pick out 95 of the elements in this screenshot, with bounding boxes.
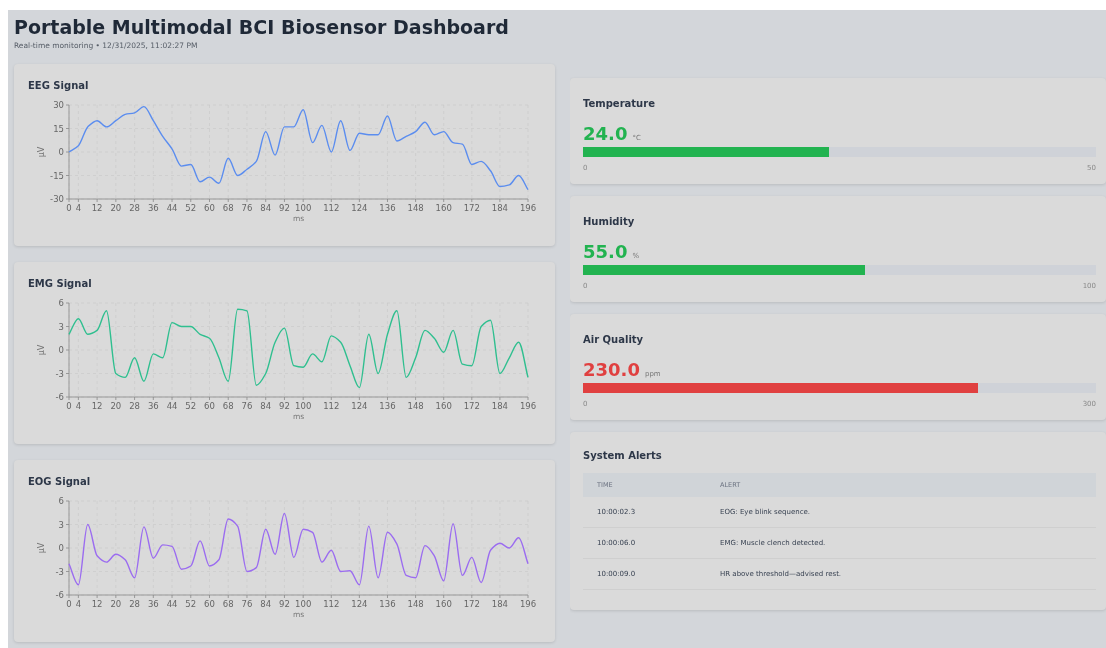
x-tick-label: 124 (351, 203, 368, 213)
y-tick-label: -3 (55, 368, 64, 379)
x-tick-label: 44 (166, 401, 178, 411)
x-tick-label: 172 (463, 401, 480, 411)
y-axis-label: μV (37, 146, 46, 158)
x-tick-label: 4 (75, 599, 82, 609)
card-title: EMG Signal (28, 278, 93, 289)
x-tick-label: 44 (166, 203, 178, 213)
x-tick-label: 0 (66, 401, 72, 411)
x-tick-label: 52 (185, 599, 197, 609)
card-title: EOG Signal (28, 476, 92, 487)
x-tick-label: 36 (147, 401, 159, 411)
x-tick-label: 112 (323, 401, 340, 411)
x-tick-label: 172 (463, 599, 480, 609)
dashboard-title: Portable Multimodal BCI Biosensor Dashboard (14, 16, 510, 38)
y-tick-label: 3 (58, 321, 64, 332)
card-title: EEG Signal (28, 80, 90, 91)
x-tick-label: 100 (295, 599, 312, 609)
x-tick-label: 100 (295, 203, 312, 213)
x-tick-label: 20 (110, 599, 122, 609)
x-tick-label: 196 (519, 401, 537, 411)
x-tick-label: 160 (435, 401, 452, 411)
y-tick-label: 15 (53, 123, 64, 134)
x-tick-label: 20 (110, 203, 122, 213)
y-axis-label: μV (37, 542, 46, 554)
sensor-value: 230.0 (583, 359, 640, 380)
x-tick-label: 52 (185, 401, 197, 411)
x-tick-label: 68 (222, 203, 234, 213)
x-tick-label: 4 (75, 203, 82, 213)
y-tick-label: -3 (55, 566, 64, 577)
x-tick-label: 184 (491, 203, 508, 213)
x-tick-label: 76 (241, 599, 253, 609)
x-tick-label: 12 (91, 203, 103, 213)
x-tick-label: 68 (222, 599, 234, 609)
x-tick-label: 28 (129, 203, 140, 213)
y-tick-label: 0 (58, 147, 64, 157)
x-tick-label: 160 (435, 203, 452, 213)
y-tick-label: 30 (53, 100, 64, 110)
x-tick-label: 60 (204, 203, 215, 213)
x-tick-label: 76 (241, 203, 253, 213)
y-tick-label: -6 (55, 392, 64, 402)
x-tick-label: 44 (166, 599, 178, 609)
x-tick-label: 68 (222, 401, 234, 411)
x-tick-label: 136 (379, 599, 396, 609)
x-tick-label: 100 (295, 401, 312, 411)
x-tick-label: 148 (407, 401, 424, 411)
x-tick-label: 124 (351, 401, 368, 411)
sensor-value: 24.0 (583, 123, 628, 144)
x-tick-label: 0 (66, 599, 72, 609)
card-title: Temperature (583, 98, 656, 109)
x-tick-label: 112 (323, 599, 340, 609)
x-tick-label: 12 (91, 401, 103, 411)
y-tick-label: -30 (50, 194, 64, 204)
y-tick-label: 3 (58, 519, 64, 530)
x-tick-label: 92 (279, 599, 290, 609)
x-tick-label: 184 (491, 599, 508, 609)
x-tick-label: 60 (204, 599, 215, 609)
x-tick-label: 52 (185, 203, 197, 213)
x-tick-label: 28 (129, 599, 140, 609)
x-tick-label: 148 (407, 203, 424, 213)
y-tick-label: 6 (58, 298, 64, 308)
y-tick-label: -15 (50, 170, 64, 181)
y-tick-label: 0 (58, 345, 64, 355)
x-tick-label: 84 (260, 203, 272, 213)
x-tick-label: 160 (435, 599, 452, 609)
x-tick-label: 20 (110, 401, 122, 411)
x-tick-label: 36 (147, 203, 159, 213)
x-tick-label: 60 (204, 401, 215, 411)
x-tick-label: 0 (66, 203, 72, 213)
x-tick-label: 172 (463, 203, 480, 213)
y-tick-label: -6 (55, 590, 64, 600)
x-tick-label: 136 (379, 401, 396, 411)
x-tick-label: 84 (260, 401, 272, 411)
x-tick-label: 196 (519, 599, 537, 609)
x-tick-label: 28 (129, 401, 140, 411)
y-axis-label: μV (37, 344, 46, 356)
x-tick-label: 124 (351, 599, 368, 609)
x-tick-label: 12 (91, 599, 103, 609)
x-tick-label: 36 (147, 599, 159, 609)
x-tick-label: 84 (260, 599, 272, 609)
x-tick-label: 92 (279, 401, 290, 411)
x-tick-label: 196 (519, 203, 537, 213)
y-tick-label: 0 (58, 543, 64, 553)
card-title: System Alerts (583, 450, 663, 461)
x-tick-label: 136 (379, 203, 396, 213)
card-title: Air Quality (583, 334, 645, 345)
x-tick-label: 184 (491, 401, 508, 411)
x-tick-label: 4 (75, 401, 82, 411)
y-tick-label: 6 (58, 496, 64, 506)
x-tick-label: 92 (279, 203, 290, 213)
sensor-value: 55.0 (583, 241, 628, 262)
x-tick-label: 76 (241, 401, 253, 411)
x-tick-label: 112 (323, 203, 340, 213)
card-title: Humidity (583, 216, 636, 227)
x-tick-label: 148 (407, 599, 424, 609)
